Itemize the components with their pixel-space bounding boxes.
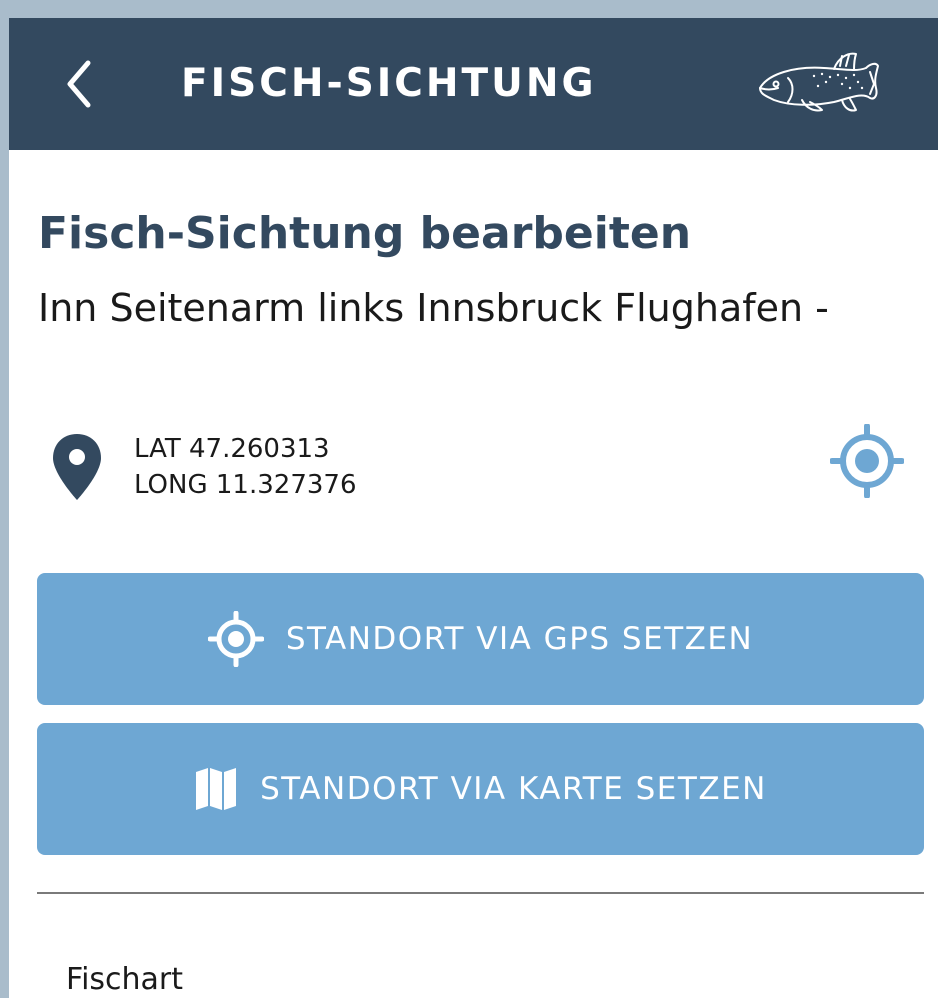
fish-logo (759, 52, 879, 112)
longitude-value: LONG 11.327376 (134, 470, 357, 500)
page-title: Fisch-Sichtung bearbeiten (38, 208, 692, 259)
gps-button-label: STANDORT VIA GPS SETZEN (285, 621, 754, 657)
set-location-map-button[interactable]: STANDORT VIA KARTE SETZEN (37, 723, 924, 855)
set-location-gps-button[interactable]: STANDORT VIA GPS SETZEN (37, 573, 924, 705)
gps-crosshair-icon (207, 611, 264, 667)
header-title: FISCH-SICHTUNG (181, 61, 597, 106)
map-icon (194, 766, 238, 812)
locate-crosshair-icon[interactable] (830, 424, 904, 498)
fischart-label: Fischart (66, 962, 184, 997)
back-button[interactable] (53, 54, 105, 114)
app-header: FISCH-SICHTUNG (9, 18, 938, 150)
latitude-value: LAT 47.260313 (134, 434, 330, 464)
map-button-label: STANDORT VIA KARTE SETZEN (260, 771, 767, 807)
map-pin-icon (53, 434, 101, 500)
location-name: Inn Seitenarm links Innsbruck Flughafen … (38, 286, 829, 330)
chevron-left-icon (67, 60, 91, 108)
section-divider (37, 892, 924, 894)
coordinates: LAT 47.260313 LONG 11.327376 (134, 431, 357, 503)
app-screen: FISCH-SICHTUNG Fisch-Sichtung bearbeiten… (9, 18, 938, 998)
